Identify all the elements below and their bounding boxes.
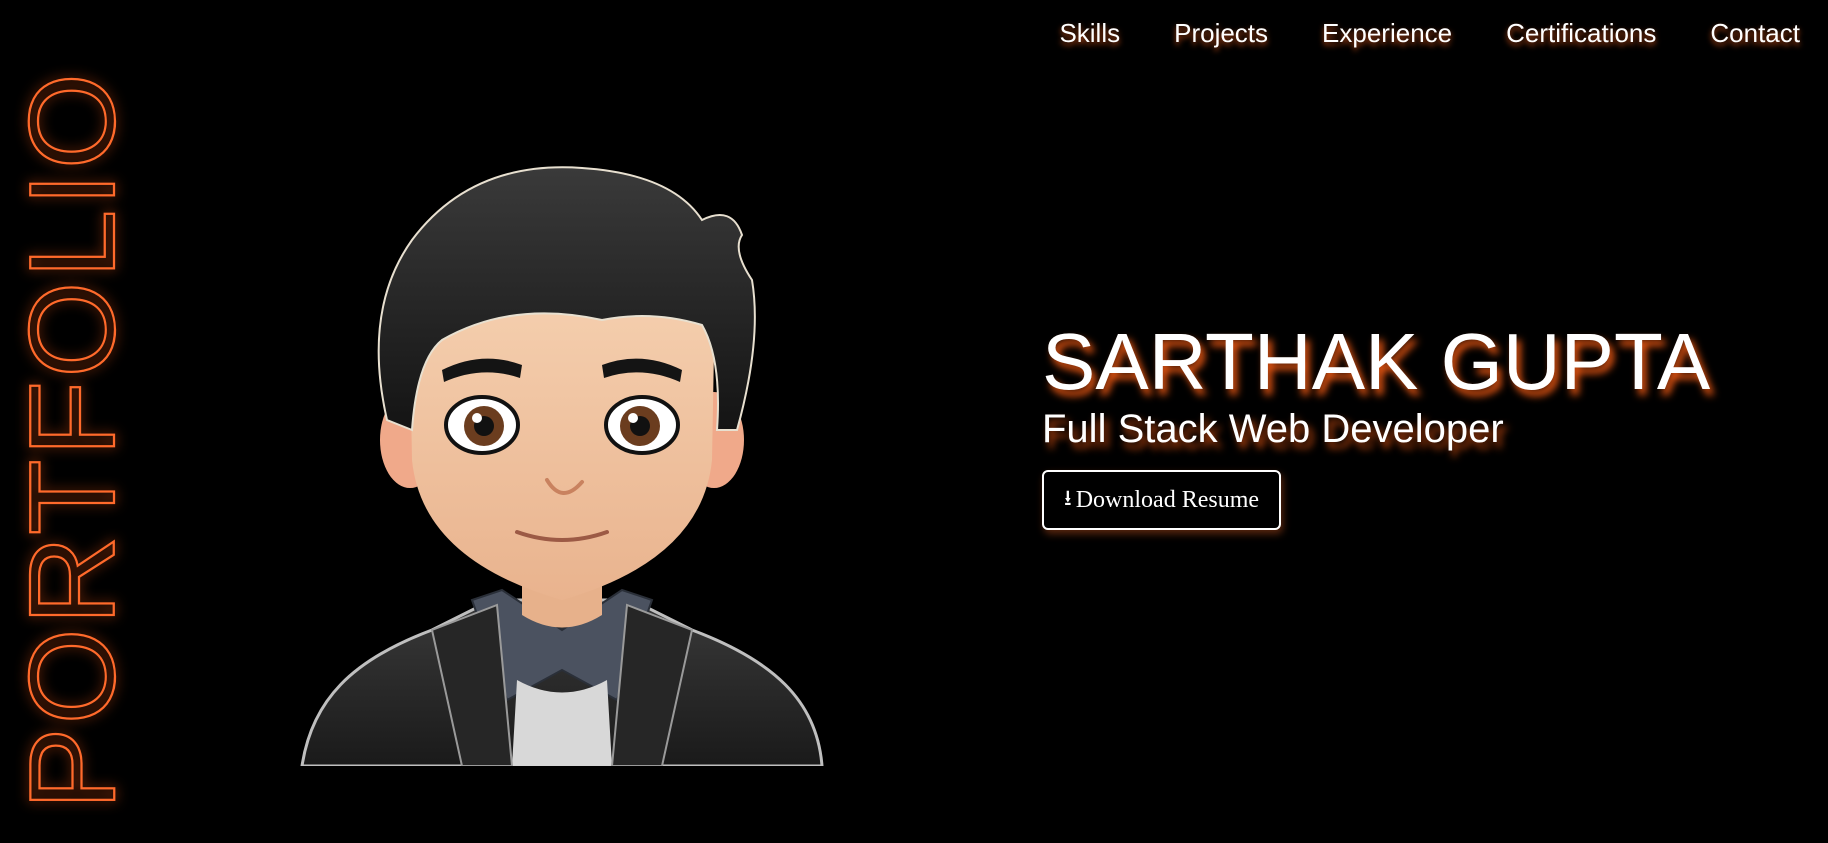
nav-link-experience[interactable]: Experience	[1322, 14, 1452, 52]
vertical-portfolio-text: PORTFOLIO	[4, 70, 140, 810]
nav-item-skills: Skills	[1059, 14, 1120, 52]
nav-item-projects: Projects	[1174, 14, 1268, 52]
download-resume-label: Download Resume	[1075, 486, 1260, 513]
download-arrow-icon: ⭳	[1064, 486, 1072, 511]
vertical-portfolio-title: PORTFOLIO	[3, 69, 141, 811]
top-nav: Skills Projects Experience Certification…	[1059, 14, 1800, 52]
eye-right-highlight	[628, 413, 638, 423]
nav-link-contact[interactable]: Contact	[1710, 14, 1800, 52]
nav-link-projects[interactable]: Projects	[1174, 14, 1268, 52]
nav-link-certifications[interactable]: Certifications	[1506, 14, 1656, 52]
avatar-illustration	[300, 166, 824, 766]
tshirt-shape	[512, 680, 612, 766]
nav-item-experience: Experience	[1322, 14, 1452, 52]
nav-link-skills[interactable]: Skills	[1059, 14, 1120, 52]
hero-role: Full Stack Web Developer	[1042, 407, 1504, 451]
hero-name: SARTHAK GUPTA	[1042, 317, 1711, 406]
nav-item-contact: Contact	[1710, 14, 1800, 52]
download-resume-button[interactable]: ⭳ Download Resume	[1042, 470, 1282, 530]
nav-item-certifications: Certifications	[1506, 14, 1656, 52]
eye-left-highlight	[472, 413, 482, 423]
hero-section: SARTHAK GUPTA Full Stack Web Developer ⭳…	[1042, 318, 1710, 530]
